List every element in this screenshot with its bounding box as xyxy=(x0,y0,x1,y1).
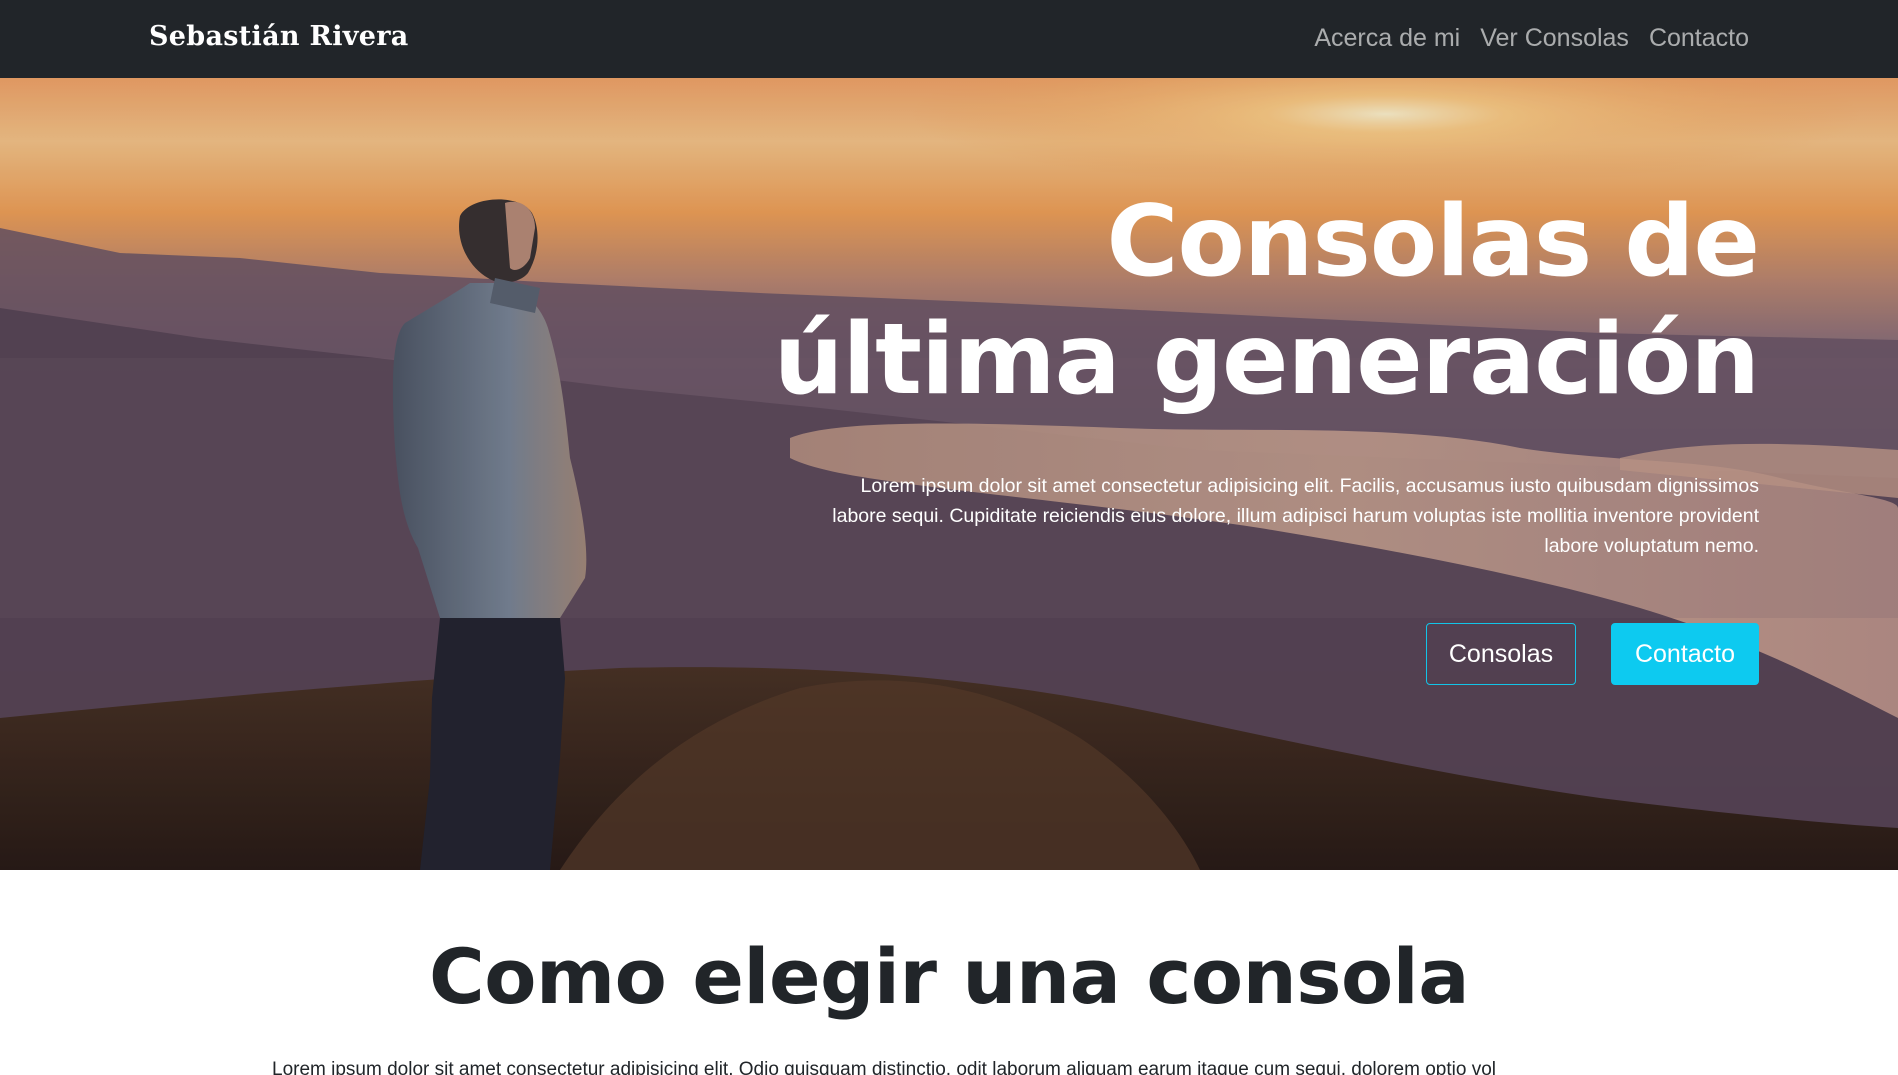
hero-actions: Consolas Contacto xyxy=(699,623,1759,685)
nav-link-contact[interactable]: Contacto xyxy=(1649,20,1749,56)
hero-title: Consolas de última generación xyxy=(699,183,1760,419)
contacto-button[interactable]: Contacto xyxy=(1611,623,1759,685)
nav-link-about[interactable]: Acerca de mi xyxy=(1314,20,1460,56)
navbar: Sebastián Rivera Acerca de mi Ver Consol… xyxy=(0,0,1898,78)
hero-description: Lorem ipsum dolor sit amet consectetur a… xyxy=(832,475,1759,557)
nav-links: Acerca de mi Ver Consolas Contacto xyxy=(1314,20,1749,56)
hero-content: Consolas de última generación Lorem ipsu… xyxy=(699,183,1760,685)
hero-title-line1: Consolas de xyxy=(1106,185,1760,299)
nav-link-consoles[interactable]: Ver Consolas xyxy=(1480,20,1629,56)
brand-logo[interactable]: Sebastián Rivera xyxy=(149,19,409,55)
section-paragraph: Lorem ipsum dolor sit amet consectetur a… xyxy=(272,1059,1496,1075)
consolas-button[interactable]: Consolas xyxy=(1426,623,1576,685)
hero-section: Consolas de última generación Lorem ipsu… xyxy=(0,78,1898,870)
hero-title-line2: última generación xyxy=(773,303,1760,417)
section-title: Como elegir una consola xyxy=(429,932,1470,1021)
